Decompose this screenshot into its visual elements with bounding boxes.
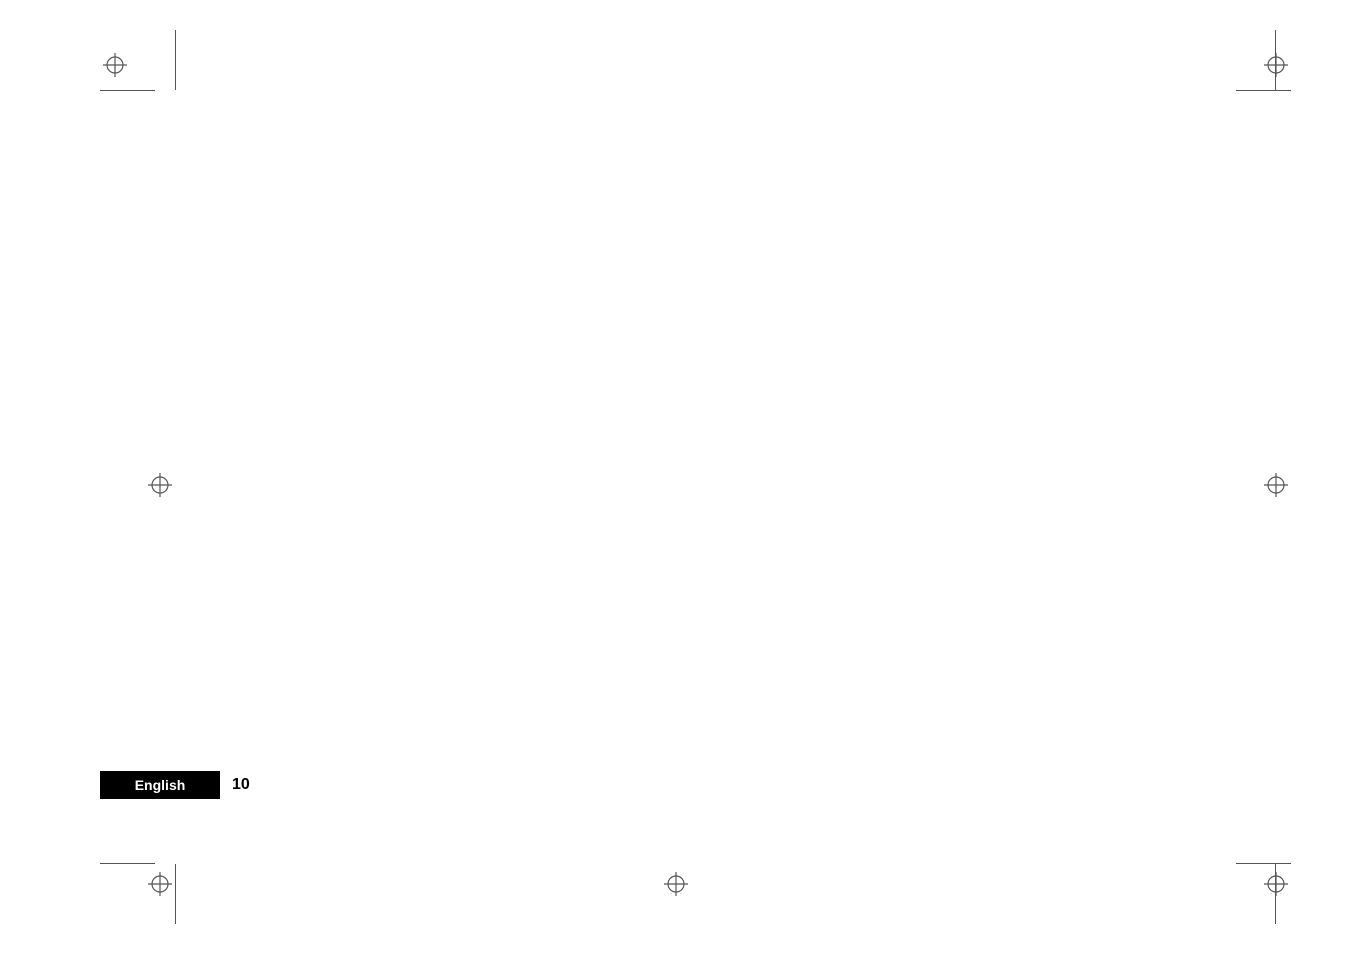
bot-center-registration-mark: [661, 869, 691, 899]
top-right-horizontal-line: [1236, 90, 1291, 91]
top-left-horizontal-line: [100, 90, 155, 91]
bot-left-registration-mark: [145, 869, 175, 899]
bot-left-vertical-line: [175, 864, 176, 924]
top-left-vertical-line: [175, 30, 176, 90]
page-number: 10: [232, 776, 250, 794]
top-right-registration-mark: [1261, 50, 1291, 80]
language-badge: English: [100, 771, 220, 799]
mid-left-registration-mark: [145, 470, 175, 500]
mid-right-registration-mark: [1261, 470, 1291, 500]
bot-right-registration-mark: [1261, 869, 1291, 899]
footer-label-area: English 10: [100, 771, 250, 799]
bot-left-horizontal-line: [100, 863, 155, 864]
top-left-registration-mark: [100, 50, 130, 80]
bot-right-horizontal-line: [1236, 863, 1291, 864]
page-container: English 10: [0, 0, 1351, 954]
